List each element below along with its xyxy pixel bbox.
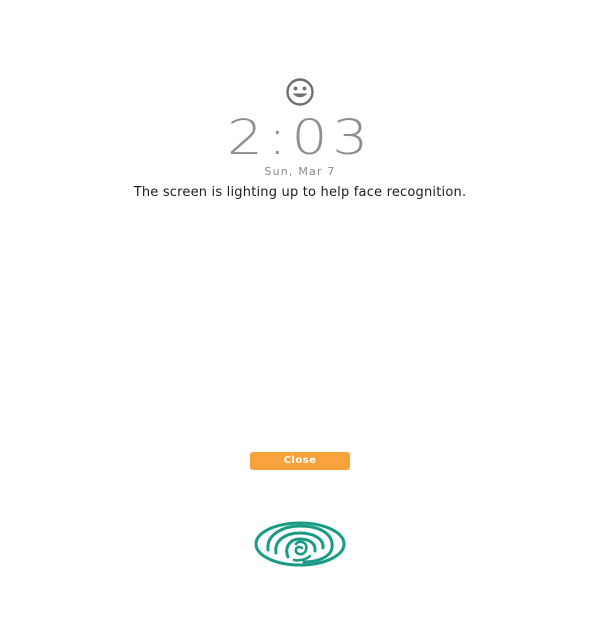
face-recognition-message: The screen is lighting up to help face r… [133,185,467,200]
clock-time: 2:03 [226,110,374,166]
smiley-face-icon [281,77,319,107]
date-label: Sun, Mar 7 [264,165,336,178]
close-button[interactable]: Close [250,452,350,470]
lock-screen: 2:03 Sun, Mar 7 The screen is lighting u… [0,0,600,622]
fingerprint-icon[interactable] [254,520,346,568]
